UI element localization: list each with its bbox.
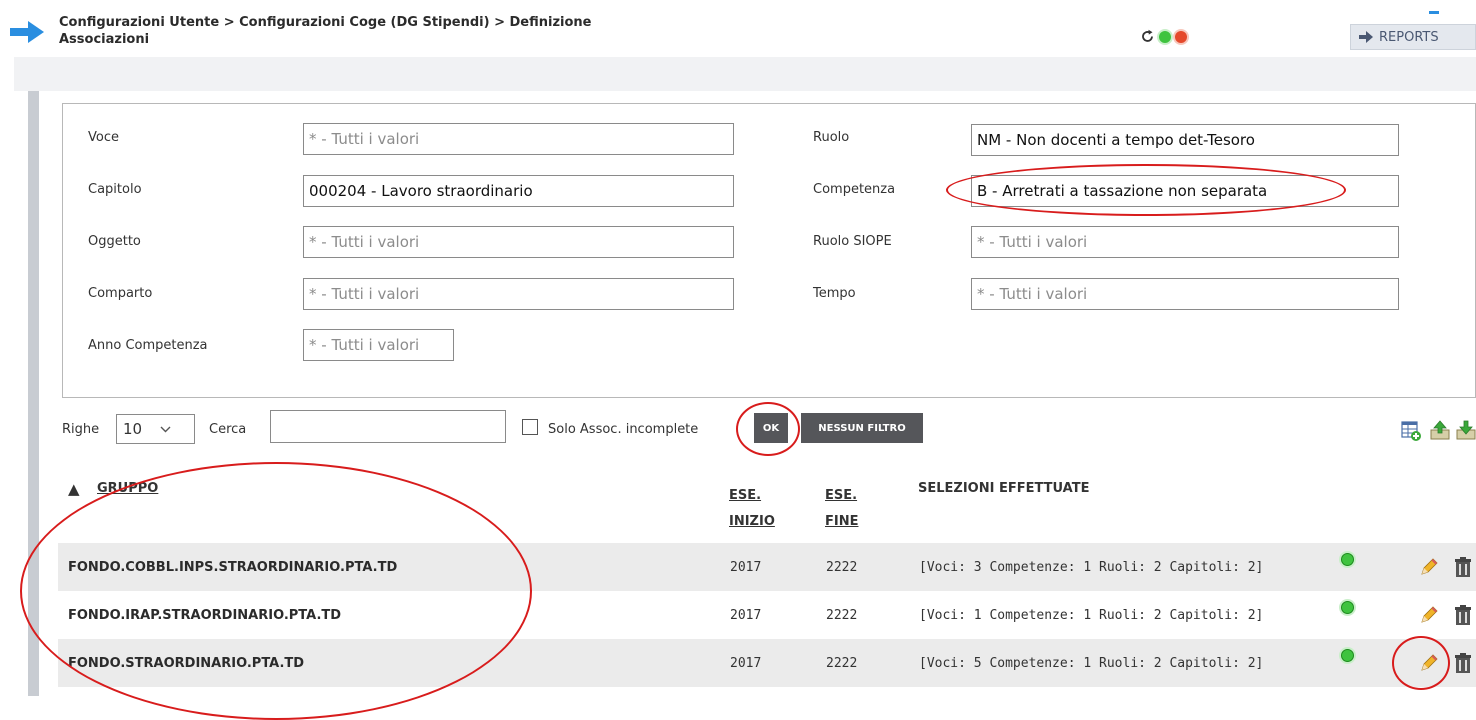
tempo-field[interactable]: * - Tutti i valori [971, 278, 1399, 310]
breadcrumb-arrow-icon [10, 21, 44, 43]
voce-field[interactable]: * - Tutti i valori [303, 123, 734, 155]
voce-label: Voce [88, 130, 119, 145]
export-up-icon[interactable] [1428, 418, 1452, 442]
anno-competenza-field[interactable]: * - Tutti i valori [303, 329, 454, 361]
comparto-field[interactable]: * - Tutti i valori [303, 278, 734, 310]
ok-button[interactable]: OK [754, 413, 788, 443]
ese-inizio-cell: 2017 [730, 607, 762, 623]
reports-button[interactable]: REPORTS [1350, 24, 1476, 50]
ese-fine-cell: 2222 [826, 559, 858, 575]
edit-pencil-icon[interactable] [1419, 639, 1439, 687]
righe-select[interactable]: 10 [116, 414, 195, 444]
selezioni-cell: [Voci: 1 Competenze: 1 Ruoli: 2 Capitoli… [919, 607, 1264, 623]
sort-asc-indicator: ▲ [68, 480, 80, 498]
table-row[interactable]: FONDO.STRAORDINARIO.PTA.TD 2017 2222 [Vo… [58, 639, 1476, 687]
selezioni-cell: [Voci: 5 Competenze: 1 Ruoli: 2 Capitoli… [919, 655, 1264, 671]
chevron-down-icon [160, 426, 171, 432]
ese-fine-header-line-1: ESE. [825, 488, 858, 503]
anno-competenza-label: Anno Competenza [88, 338, 208, 353]
ese-inizio-header-line-2: INIZIO [729, 514, 775, 529]
ese-inizio-cell: 2017 [730, 559, 762, 575]
selezioni-column-header: SELEZIONI EFFETTUATE [918, 481, 1090, 496]
reports-label: REPORTS [1379, 29, 1439, 45]
status-icons [1140, 29, 1187, 44]
righe-label: Righe [62, 422, 100, 437]
gruppo-cell: FONDO.COBBL.INPS.STRAORDINARIO.PTA.TD [68, 559, 398, 575]
ese-inizio-column-header[interactable]: ESE. INIZIO [729, 483, 775, 535]
ruolo-field[interactable]: NM - Non docenti a tempo det-Tesoro [971, 124, 1399, 156]
ese-inizio-header-line-1: ESE. [729, 488, 762, 503]
capitolo-label: Capitolo [88, 182, 142, 197]
ese-fine-header-line-2: FINE [825, 514, 859, 529]
trash-icon[interactable] [1453, 543, 1473, 591]
green-status-icon[interactable] [1159, 30, 1171, 43]
trash-icon[interactable] [1453, 591, 1473, 639]
ruolo-label: Ruolo [813, 130, 850, 145]
solo-assoc-label: Solo Assoc. incomplete [548, 422, 699, 437]
edit-pencil-icon[interactable] [1419, 543, 1439, 591]
ese-fine-cell: 2222 [826, 655, 858, 671]
top-band [14, 57, 1476, 91]
row-status-green-icon [1341, 535, 1354, 583]
capitolo-field[interactable]: 000204 - Lavoro straordinario [303, 175, 734, 207]
competenza-label: Competenza [813, 182, 896, 197]
competenza-field[interactable]: B - Arretrati a tassazione non separata [971, 175, 1399, 207]
refresh-icon[interactable] [1140, 29, 1155, 44]
edit-pencil-icon[interactable] [1419, 591, 1439, 639]
ese-inizio-cell: 2017 [730, 655, 762, 671]
red-status-icon[interactable] [1175, 30, 1187, 43]
gruppo-cell: FONDO.STRAORDINARIO.PTA.TD [68, 655, 305, 671]
ese-fine-cell: 2222 [826, 607, 858, 623]
arrow-right-icon [1359, 31, 1373, 43]
comparto-label: Comparto [88, 286, 153, 301]
reports-top-marker [1429, 11, 1439, 14]
solo-assoc-checkbox[interactable] [522, 419, 538, 435]
breadcrumb-line-2: Associazioni [59, 32, 150, 47]
row-status-green-icon [1341, 631, 1354, 679]
breadcrumb: Configurazioni Utente > Configurazioni C… [59, 14, 749, 48]
cerca-label: Cerca [209, 422, 247, 437]
tempo-label: Tempo [813, 286, 856, 301]
row-status-green-icon [1341, 583, 1354, 631]
ese-fine-column-header[interactable]: ESE. FINE [825, 483, 858, 535]
import-down-icon[interactable] [1454, 418, 1476, 442]
gruppo-cell: FONDO.IRAP.STRAORDINARIO.PTA.TD [68, 607, 342, 623]
left-bar [28, 91, 39, 696]
gruppo-column-header[interactable]: GRUPPO [97, 481, 158, 496]
breadcrumb-line-1: Configurazioni Utente > Configurazioni C… [59, 15, 592, 30]
selezioni-cell: [Voci: 3 Competenze: 1 Ruoli: 2 Capitoli… [919, 559, 1264, 575]
add-table-icon[interactable] [1400, 420, 1422, 442]
nessun-filtro-button[interactable]: NESSUN FILTRO [801, 413, 923, 443]
table-row[interactable]: FONDO.IRAP.STRAORDINARIO.PTA.TD 2017 222… [58, 591, 1476, 639]
oggetto-label: Oggetto [88, 234, 141, 249]
ruolo-siope-field[interactable]: * - Tutti i valori [971, 226, 1399, 258]
trash-icon[interactable] [1453, 639, 1473, 687]
cerca-input[interactable] [270, 410, 506, 443]
oggetto-field[interactable]: * - Tutti i valori [303, 226, 734, 258]
righe-value: 10 [123, 420, 143, 438]
ruolo-siope-label: Ruolo SIOPE [813, 234, 892, 249]
table-row[interactable]: FONDO.COBBL.INPS.STRAORDINARIO.PTA.TD 20… [58, 543, 1476, 591]
